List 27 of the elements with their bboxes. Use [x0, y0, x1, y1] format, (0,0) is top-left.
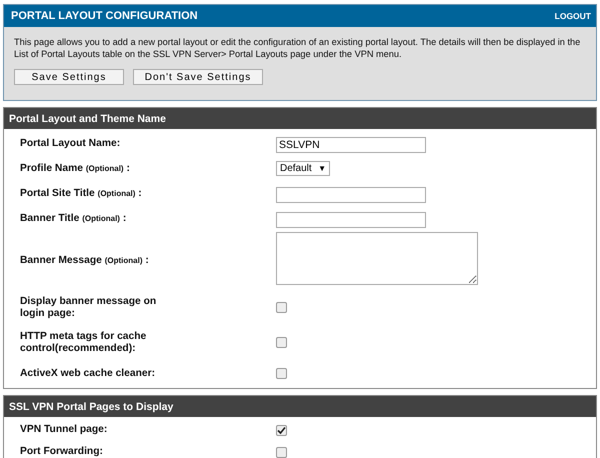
checkbox[interactable]: [276, 424, 287, 436]
description-text: This page allows you to add a new portal layout or edit the configuration of an existing portal layout. The details will then be displayed in the List of Portal Layouts table on the SSL VPN Server> Portal Layouts page under the VPN menu.: [13, 36, 582, 60]
text-field[interactable]: [276, 212, 426, 228]
field-label: Profile Name (Optional) :: [20, 162, 131, 174]
message-textarea[interactable]: [276, 232, 478, 284]
field-label: VPN Tunnel page:: [20, 424, 108, 436]
field-label: Port Forwarding:: [20, 446, 104, 458]
section-header: SSL VPN Portal Pages to Display: [4, 396, 596, 417]
section-header: Portal Layout and Theme Name: [4, 108, 596, 129]
checkbox[interactable]: [276, 368, 287, 379]
field-label: Portal Site Title (Optional) :: [20, 188, 143, 200]
field-label: Display banner message on login page:: [20, 296, 158, 320]
text-field[interactable]: SSLVPN: [276, 136, 426, 152]
profile-dropdown[interactable]: Default ▼: [276, 161, 330, 176]
field-label: Banner Title (Optional) :: [20, 212, 128, 224]
save-button[interactable]: Save Settings: [14, 69, 124, 85]
field-label: Portal Layout Name:: [20, 138, 122, 150]
page-title: PORTAL LAYOUT CONFIGURATION: [11, 10, 198, 22]
logout-link[interactable]: LOGOUT: [554, 11, 591, 21]
checkbox[interactable]: [276, 302, 287, 313]
checkbox[interactable]: [276, 446, 287, 458]
field-label: Banner Message (Optional) :: [20, 254, 150, 266]
field-label: HTTP meta tags for cache control(recommended):: [20, 330, 148, 354]
checkbox[interactable]: [276, 337, 287, 348]
field-label: ActiveX web cache cleaner:: [20, 368, 156, 380]
text-field[interactable]: [276, 186, 426, 202]
cancel-button[interactable]: Don't Save Settings: [133, 69, 263, 85]
